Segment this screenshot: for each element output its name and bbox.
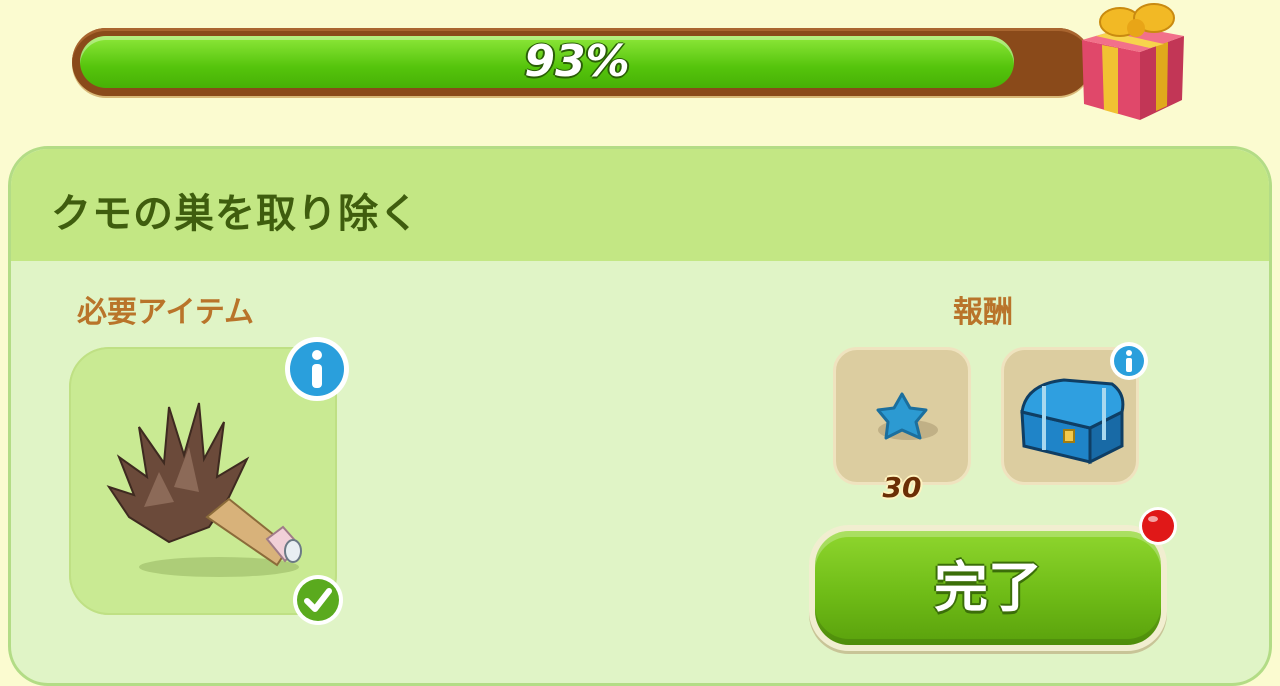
feather-duster-icon [106,402,302,577]
gift-box-icon[interactable] [1070,0,1190,125]
info-icon[interactable] [1109,341,1149,381]
complete-button-face: 完了 [815,531,1161,645]
rewards-label: 報酬 [953,295,1013,330]
complete-button[interactable]: 完了 [809,525,1167,651]
progress-bar: 93% [72,28,1092,96]
progress-label: 93% [524,36,630,87]
quest-header: クモの巣を取り除く [11,149,1269,261]
quest-panel: クモの巣を取り除く 必要アイテム 報酬 30 完了 [8,146,1272,686]
quest-title: クモの巣を取り除く [51,191,420,237]
reward-slot-star[interactable] [833,347,971,485]
blue-star-icon [876,392,938,440]
notification-dot-icon [1139,507,1177,545]
reward-star-count: 30 [882,471,922,504]
required-items-label: 必要アイテム [77,295,254,330]
complete-button-label: 完了 [934,556,1042,619]
info-icon[interactable] [283,335,351,403]
checkmark-icon [293,575,343,625]
